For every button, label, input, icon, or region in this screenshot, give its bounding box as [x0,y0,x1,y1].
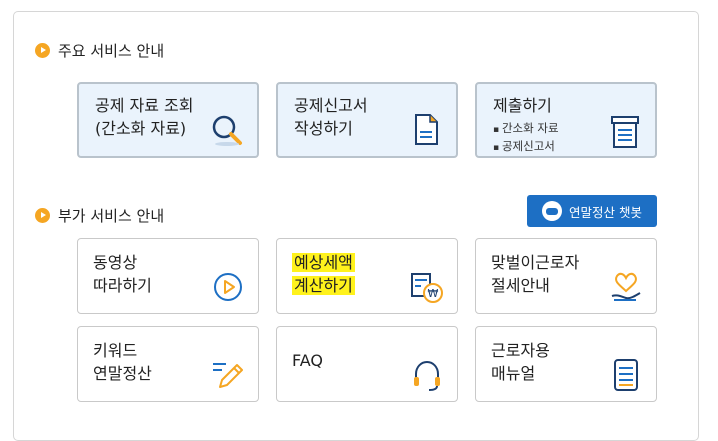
highlighted-label-line: 계산하기 [292,276,355,295]
play-bullet-icon [35,208,50,223]
card-label: 예상세액 계산하기 [292,251,355,297]
video-guide-card[interactable]: 동영상 따라하기 [77,238,259,314]
fax-icon [611,116,639,148]
keyword-yearend-card[interactable]: 키워드 연말정산 [77,326,259,402]
card-label: 근로자용 매뉴얼 [491,341,550,383]
extra-services-title: 부가 서비스 안내 [35,205,164,226]
chatbot-label: 연말정산 챗봇 [569,204,642,220]
submit-sub-list: 간소화 자료 공제신고서 [493,120,559,156]
sub-item: 공제신고서 [493,138,559,156]
tax-estimate-card[interactable]: 예상세액 계산하기 ₩ [276,238,458,314]
chatbot-button[interactable]: 연말정산 챗봇 [527,195,657,227]
card-label: 공제 자료 조회 (간소화 자료) [95,96,194,138]
main-services-title-text: 주요 서비스 안내 [58,42,165,60]
calculator-money-icon: ₩ [411,273,443,303]
deduction-data-lookup-card[interactable]: 공제 자료 조회 (간소화 자료) [77,82,259,158]
magnifier-icon [212,115,242,146]
headset-icon [414,360,440,391]
card-label: 동영상 따라하기 [93,253,152,295]
play-icon [214,273,242,301]
submit-card[interactable]: 제출하기 간소화 자료 공제신고서 [475,82,657,158]
card-label: FAQ [292,351,323,370]
manual-icon [614,359,638,391]
extra-services-title-text: 부가 서비스 안내 [58,207,165,225]
deduction-form-write-card[interactable]: 공제신고서 작성하기 [276,82,458,158]
worker-manual-card[interactable]: 근로자용 매뉴얼 [475,326,657,402]
document-icon [415,114,438,145]
heart-hand-icon [611,272,641,301]
dual-income-tax-card[interactable]: 맞벌이근로자 절세안내 [475,238,657,314]
pencil-icon [213,363,243,388]
card-label: 맞벌이근로자 절세안내 [491,253,580,295]
card-label: 제출하기 [493,96,552,115]
faq-card[interactable]: FAQ [276,326,458,402]
card-label: 키워드 연말정산 [93,341,152,383]
svg-text:₩: ₩ [428,287,439,300]
chatbot-icon [542,201,562,221]
highlighted-label-line: 예상세액 [292,253,355,272]
play-bullet-icon [35,43,50,58]
card-label: 공제신고서 작성하기 [294,96,368,138]
main-services-title: 주요 서비스 안내 [35,40,164,61]
sub-item: 간소화 자료 [493,120,559,138]
